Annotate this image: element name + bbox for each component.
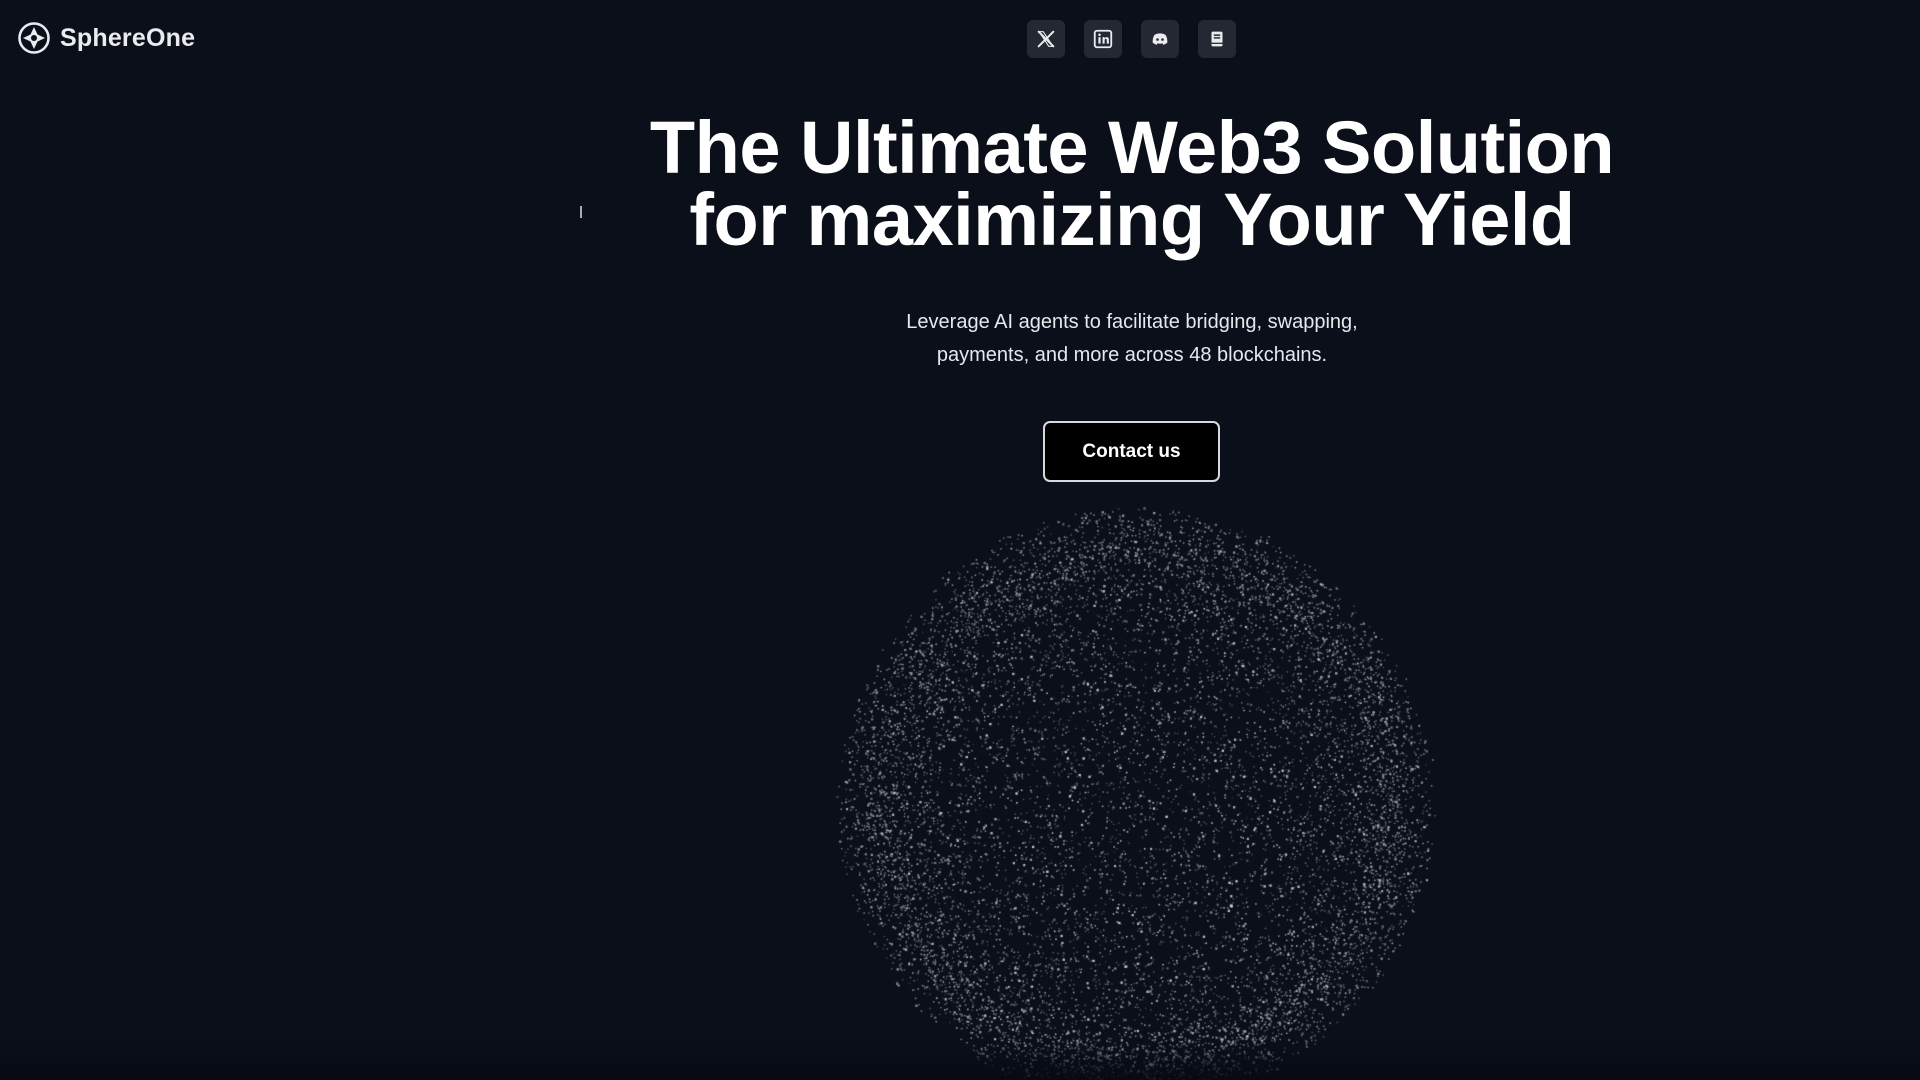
sphereone-logo-icon bbox=[18, 22, 50, 54]
landing-page: SphereOne The Ultimate Web3 Solution for… bbox=[0, 0, 1920, 1080]
contact-us-button[interactable]: Contact us bbox=[1043, 421, 1220, 482]
hero-title-line-2: for maximizing Your Yield bbox=[689, 178, 1575, 261]
docs-book-icon bbox=[1211, 31, 1223, 47]
linkedin-icon bbox=[1093, 29, 1113, 49]
particle-sphere-canvas bbox=[826, 495, 1446, 1080]
hero-title: The Ultimate Web3 Solution for maximizin… bbox=[0, 106, 1920, 261]
x-twitter-link[interactable] bbox=[1027, 20, 1065, 58]
hero-subtitle-line-2: payments, and more across 48 blockchains… bbox=[936, 344, 1328, 366]
brand-logo-link[interactable]: SphereOne bbox=[18, 22, 195, 54]
discord-link[interactable] bbox=[1141, 20, 1179, 58]
bottom-fade bbox=[0, 1040, 1920, 1080]
brand-name: SphereOne bbox=[60, 23, 196, 52]
x-twitter-icon bbox=[1037, 30, 1055, 48]
hero-subtitle-line-1: Leverage AI agents to facilitate bridgin… bbox=[906, 311, 1358, 333]
social-links bbox=[1027, 20, 1236, 58]
linkedin-link[interactable] bbox=[1084, 20, 1122, 58]
hero-title-line-1: The Ultimate Web3 Solution bbox=[649, 106, 1615, 189]
docs-link[interactable] bbox=[1198, 20, 1236, 58]
hero-subtitle: Leverage AI agents to facilitate bridgin… bbox=[0, 306, 1920, 372]
discord-icon bbox=[1152, 33, 1168, 45]
particle-sphere-visual bbox=[826, 495, 1446, 1080]
